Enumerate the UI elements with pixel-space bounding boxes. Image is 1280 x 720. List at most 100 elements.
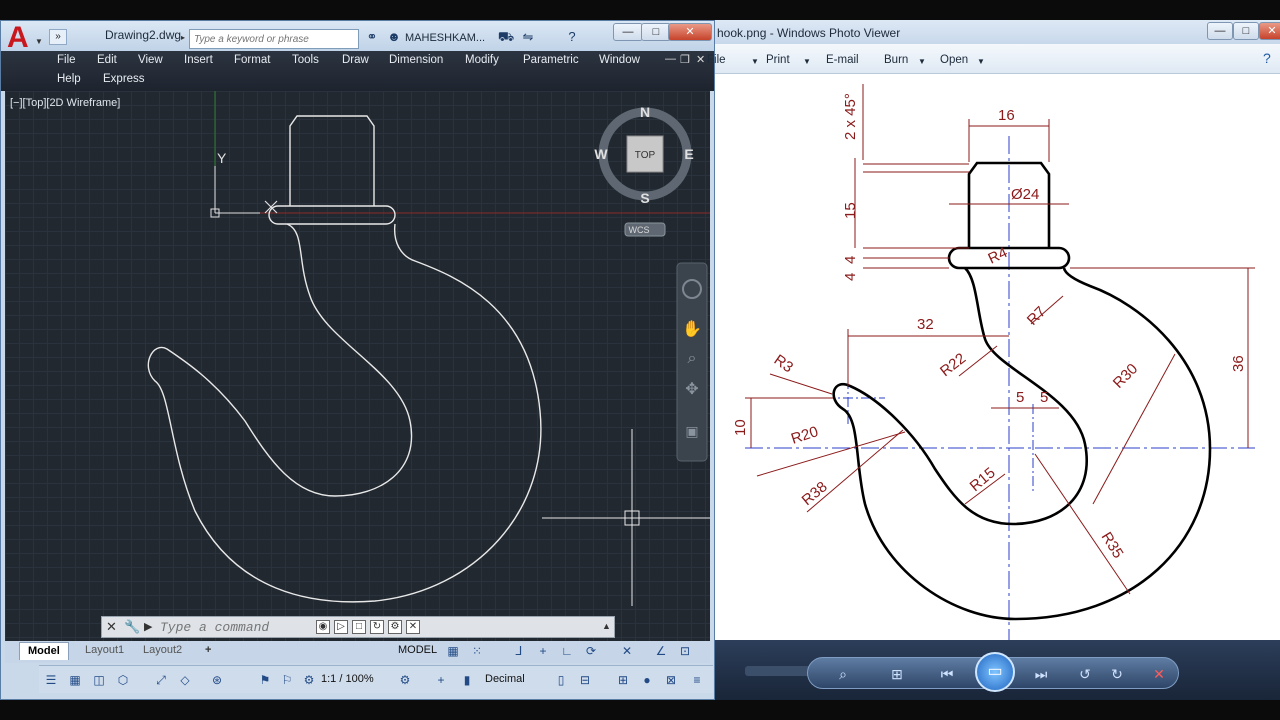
menu-insert[interactable]: Insert bbox=[184, 54, 213, 66]
menu-edit[interactable]: Edit bbox=[97, 54, 117, 66]
image-display: 16 Ø24 2 x 45° 15 4 4 R4 R7 32 R3 R22 R3… bbox=[715, 74, 1280, 640]
model-space-toggle[interactable]: MODEL bbox=[398, 644, 437, 656]
toolbar-email[interactable]: E-mail bbox=[826, 54, 859, 66]
doc-close-button[interactable]: ✕ bbox=[696, 53, 705, 66]
osnap-icon[interactable]: ✕ bbox=[619, 643, 635, 659]
drawing-canvas[interactable]: [−][Top][2D Wireframe] Y TOP N S E W WCS… bbox=[5, 91, 710, 661]
pattern-icon[interactable]: ⚙ bbox=[388, 620, 402, 634]
ortho-icon[interactable]: ∟ bbox=[559, 643, 575, 659]
lock-ui-icon[interactable]: ⊟ bbox=[577, 672, 593, 688]
search-expand-icon[interactable]: ▸ bbox=[181, 33, 185, 42]
cart-icon[interactable]: ⛟ bbox=[497, 28, 515, 46]
menu-view[interactable]: View bbox=[138, 54, 163, 66]
menu-parametric[interactable]: Parametric bbox=[523, 54, 579, 66]
grid-icon[interactable]: ▦ bbox=[445, 643, 461, 659]
menu-tools[interactable]: Tools bbox=[292, 54, 319, 66]
annotation-icon[interactable]: ⤢ bbox=[153, 672, 169, 688]
search-input[interactable] bbox=[189, 29, 359, 49]
snap-icon[interactable]: ⁙ bbox=[469, 643, 485, 659]
toolbar-print[interactable]: Print bbox=[766, 54, 790, 66]
infer-icon[interactable]: ⅃ bbox=[511, 643, 527, 659]
quick-properties-icon[interactable]: ▯ bbox=[553, 672, 569, 688]
zoom-icon[interactable]: ⌕ bbox=[833, 664, 853, 684]
chevron-down-icon: ▼ bbox=[803, 57, 811, 66]
binoculars-icon[interactable]: ⚭ bbox=[363, 28, 381, 46]
command-input[interactable] bbox=[160, 620, 300, 635]
menu-express[interactable]: Express bbox=[103, 73, 145, 85]
play-icon[interactable]: ▷ bbox=[334, 620, 348, 634]
actual-size-icon[interactable]: ⊞ bbox=[887, 664, 907, 684]
isolate-icon[interactable]: ⊞ bbox=[615, 672, 631, 688]
tab-layout1[interactable]: Layout1 bbox=[77, 642, 132, 660]
add-layout-button[interactable]: + bbox=[197, 642, 219, 660]
exchange-icon[interactable]: ⇋ bbox=[519, 28, 537, 46]
quick-access-expand-button[interactable]: » bbox=[49, 29, 67, 45]
workspace-icon[interactable]: ⚙ bbox=[397, 672, 413, 688]
menu-dimension[interactable]: Dimension bbox=[389, 54, 443, 66]
menu-draw[interactable]: Draw bbox=[342, 54, 369, 66]
help-icon[interactable]: ? bbox=[1263, 50, 1271, 66]
menu-format[interactable]: Format bbox=[234, 54, 270, 66]
layer-icon[interactable]: ◫ bbox=[91, 672, 107, 688]
menu-window[interactable]: Window bbox=[599, 54, 640, 66]
toolbar-open[interactable]: Open bbox=[940, 54, 968, 66]
dim-16: 16 bbox=[998, 107, 1015, 124]
doc-minimize-button[interactable]: — bbox=[665, 53, 676, 65]
tab-layout2[interactable]: Layout2 bbox=[135, 642, 190, 660]
help-icon[interactable]: ? bbox=[563, 28, 581, 46]
user-name[interactable]: MAHESHKAM... bbox=[405, 32, 485, 44]
quickview-icon[interactable]: ▦ bbox=[67, 672, 83, 688]
gizmo-icon[interactable]: ⊛ bbox=[209, 672, 225, 688]
menu-modify[interactable]: Modify bbox=[465, 54, 499, 66]
properties-icon[interactable]: ☰ bbox=[43, 672, 59, 688]
customize-icon[interactable]: ≡ bbox=[689, 672, 705, 688]
doc-restore-button[interactable]: ❐ bbox=[680, 53, 690, 66]
menu-file[interactable]: File bbox=[57, 54, 76, 66]
expand-history-icon[interactable]: ▲ bbox=[602, 621, 611, 631]
menu-help[interactable]: Help bbox=[57, 73, 81, 85]
add-icon[interactable]: + bbox=[433, 672, 449, 688]
autocad-titlebar: A ▼ » Drawing2.dwg ▸ ⚭ ☻ MAHESHKAM... ⛟ … bbox=[1, 21, 714, 53]
delete-icon[interactable]: ✕ bbox=[1149, 664, 1169, 684]
close-small-icon[interactable]: ✕ bbox=[406, 620, 420, 634]
selection-cycling-icon[interactable]: ⊡ bbox=[677, 643, 693, 659]
lineweight-toggle-icon[interactable]: ▮ bbox=[459, 672, 475, 688]
viewer-maximize-button[interactable]: □ bbox=[1233, 22, 1259, 40]
rotate-icon[interactable]: ↻ bbox=[370, 620, 384, 634]
wrench-icon[interactable]: 🔧 bbox=[124, 619, 140, 635]
annotation-scale[interactable]: 1:1 / 100% bbox=[321, 673, 374, 685]
next-icon[interactable]: ⏭ bbox=[1031, 664, 1051, 684]
navigation-bar[interactable]: ✋ ⌕ ✥ ▣ bbox=[676, 262, 708, 462]
chevron-down-icon: ▼ bbox=[977, 57, 985, 66]
toolbar-file[interactable]: File bbox=[707, 54, 726, 66]
viewcube-north: N bbox=[640, 104, 650, 120]
annovis-icon[interactable]: ⚐ bbox=[279, 672, 295, 688]
user-icon[interactable]: ☻ bbox=[385, 28, 403, 46]
polar-icon[interactable]: ⟳ bbox=[583, 643, 599, 659]
hardware-acceleration-icon[interactable]: ● bbox=[639, 672, 655, 688]
close-icon[interactable]: ✕ bbox=[106, 619, 117, 635]
maximize-button[interactable]: □ bbox=[641, 23, 671, 41]
minimize-button[interactable]: — bbox=[613, 23, 643, 41]
dynamic-input-icon[interactable]: + bbox=[535, 643, 551, 659]
toolbar-burn[interactable]: Burn bbox=[884, 54, 908, 66]
autoscale-icon[interactable]: ⚙ bbox=[301, 672, 317, 688]
photo-viewer-window: hook.png - Windows Photo Viewer — □ ✕ Fi… bbox=[707, 20, 1280, 700]
previous-icon[interactable]: ⏮ bbox=[937, 664, 957, 684]
recent-command-icon[interactable]: ◉ bbox=[316, 620, 330, 634]
isometric-icon[interactable]: ◇ bbox=[177, 672, 193, 688]
viewer-close-button[interactable]: ✕ bbox=[1259, 22, 1280, 40]
clean-screen-icon[interactable]: ⊠ bbox=[663, 672, 679, 688]
rotate-right-icon[interactable]: ↻ bbox=[1107, 664, 1127, 684]
box-icon[interactable]: □ bbox=[352, 620, 366, 634]
close-button[interactable]: ✕ bbox=[668, 23, 712, 41]
viewcube[interactable]: TOP N S E W WCS bbox=[594, 104, 694, 237]
annotation-scale-icon[interactable]: ⚑ bbox=[257, 672, 273, 688]
slideshow-button[interactable]: ▭ bbox=[975, 652, 1015, 692]
units-display[interactable]: Decimal bbox=[485, 673, 525, 685]
tab-model[interactable]: Model bbox=[19, 642, 69, 660]
viewer-minimize-button[interactable]: — bbox=[1207, 22, 1233, 40]
rotate-left-icon[interactable]: ↺ bbox=[1075, 664, 1095, 684]
lineweight-icon[interactable]: ∠ bbox=[653, 643, 669, 659]
3d-object-icon[interactable]: ⬡ bbox=[115, 672, 131, 688]
